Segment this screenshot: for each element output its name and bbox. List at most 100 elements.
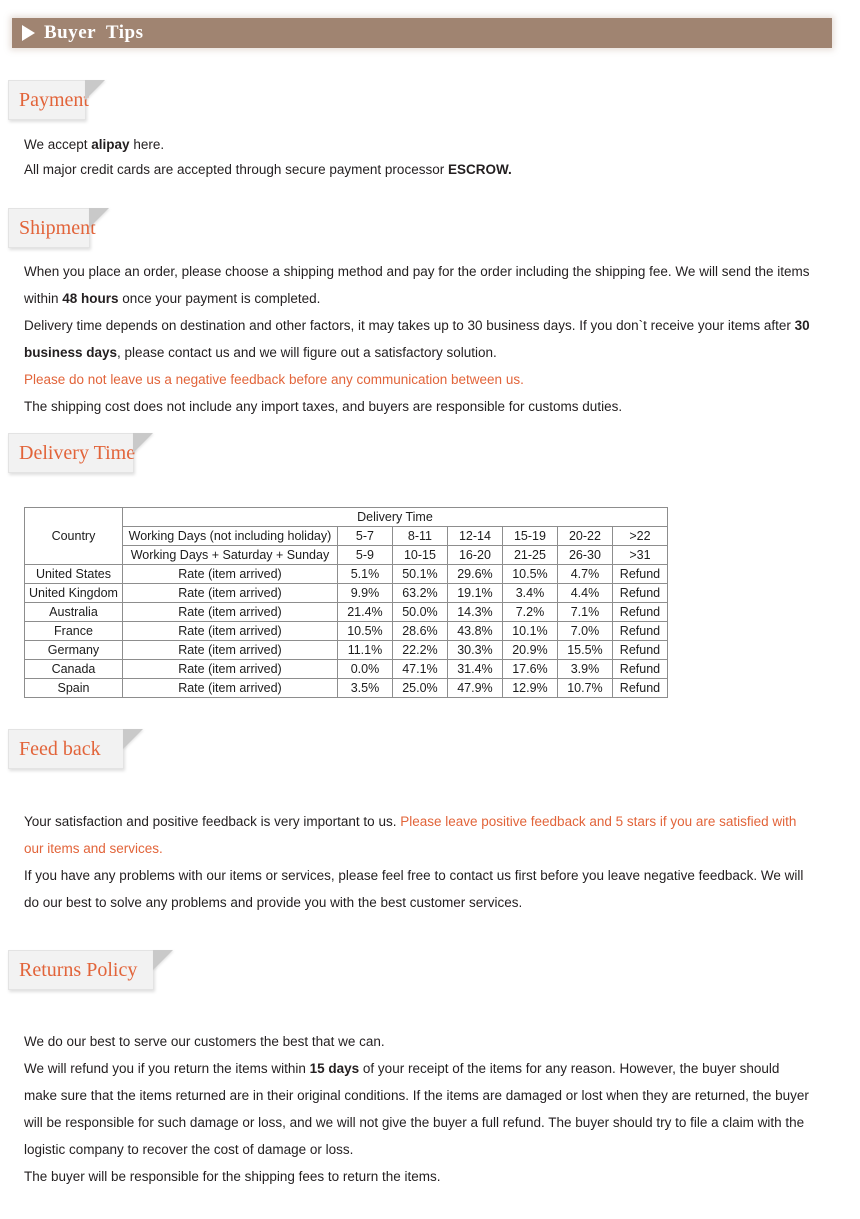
emphasis-text: ESCROW. — [447, 162, 512, 177]
body-text: If you have any problems with our items … — [24, 868, 804, 910]
cell-rate-2: 50.1% — [391, 564, 448, 584]
table-row: France Rate (item arrived) 10.5% 28.6% 43.8%… — [24, 621, 668, 641]
delivery-time-table: Country Delivery Time Working Days (not in… — [24, 507, 668, 698]
section-badge-shipment-label: Shipment — [19, 217, 96, 239]
emphasis-text: 15 days — [309, 1061, 360, 1076]
body-text: We accept — [24, 137, 92, 152]
table-header-row: Country Delivery Time — [24, 507, 668, 565]
paragraph: The shipping cost does not include any i… — [24, 393, 824, 420]
header-working-days: Working Days (not including holiday) — [121, 526, 338, 546]
buyer-tips-banner: Buyer Tips — [12, 18, 832, 48]
cell-rate-label: Rate (item arrived) — [121, 564, 338, 584]
cell-rate-3: 31.4% — [446, 659, 503, 679]
cell-rate-6: Refund — [611, 621, 668, 641]
cell-rate-5: 15.5% — [556, 640, 613, 660]
cell-rate-6: Refund — [611, 583, 668, 603]
cell-country: Germany — [24, 640, 123, 660]
section-badge-returns-policy-label: Returns Policy — [19, 959, 138, 981]
folded-corner-icon — [133, 433, 153, 453]
cell-rate-1: 9.9% — [336, 583, 393, 603]
paragraph: Your satisfaction and positive feedback … — [24, 808, 814, 862]
payment-text: We accept alipay here. All major credit c… — [24, 132, 824, 182]
paragraph: All major credit cards are accepted thro… — [24, 157, 824, 182]
table-row: Germany Rate (item arrived) 11.1% 22.2% 30.3… — [24, 640, 668, 660]
cell-rate-6: Refund — [611, 678, 668, 698]
cell-rate-2: 28.6% — [391, 621, 448, 641]
cell-rate-5: 7.1% — [556, 602, 613, 622]
table-row: Canada Rate (item arrived) 0.0% 47.1% 31.4% 1… — [24, 659, 668, 679]
table-row: Australia Rate (item arrived) 21.4% 50.0% 14… — [24, 602, 668, 622]
cell-rate-4: 10.1% — [501, 621, 558, 641]
cell-rate-label: Rate (item arrived) — [121, 583, 338, 603]
header-with-weekend-range-2: 10-15 — [391, 545, 448, 565]
section-badge-feedback-label: Feed back — [19, 738, 101, 760]
header-working-days-range-3: 12-14 — [446, 526, 503, 546]
header-with-weekend-range-6: >31 — [611, 545, 668, 565]
cell-rate-4: 7.2% — [501, 602, 558, 622]
body-text: We do our best to serve our customers th… — [24, 1034, 385, 1049]
cell-rate-label: Rate (item arrived) — [121, 659, 338, 679]
paragraph: We will refund you if you return the ite… — [24, 1055, 814, 1163]
table-row: United States Rate (item arrived) 5.1% 50.1… — [24, 564, 668, 584]
cell-country: United Kingdom — [24, 583, 123, 603]
header-with-weekend-range-5: 26-30 — [556, 545, 613, 565]
section-badge-shipment: Shipment — [8, 208, 109, 248]
table-row: United Kingdom Rate (item arrived) 9.9% 63.… — [24, 583, 668, 603]
cell-rate-5: 3.9% — [556, 659, 613, 679]
header-with-weekend-range-3: 16-20 — [446, 545, 503, 565]
highlight-text: Please do not leave us a negative feedba… — [24, 372, 524, 387]
cell-rate-1: 5.1% — [336, 564, 393, 584]
cell-rate-1: 3.5% — [336, 678, 393, 698]
cell-rate-4: 17.6% — [501, 659, 558, 679]
cell-rate-6: Refund — [611, 640, 668, 660]
paragraph: The buyer will be responsible for the sh… — [24, 1163, 814, 1190]
section-badge-payment: Payment — [8, 80, 105, 120]
cell-rate-5: 10.7% — [556, 678, 613, 698]
body-text: Your satisfaction and positive feedback … — [24, 814, 401, 829]
cell-rate-3: 47.9% — [446, 678, 503, 698]
cell-rate-label: Rate (item arrived) — [121, 602, 338, 622]
cell-rate-6: Refund — [611, 602, 668, 622]
cell-rate-3: 29.6% — [446, 564, 503, 584]
cell-rate-label: Rate (item arrived) — [121, 621, 338, 641]
header-with-weekend-range-1: 5-9 — [336, 545, 393, 565]
play-triangle-icon — [22, 25, 35, 41]
body-text: Delivery time depends on destination and… — [24, 318, 795, 333]
cell-rate-3: 30.3% — [446, 640, 503, 660]
section-badge-delivery-time-label: Delivery Time — [19, 442, 136, 464]
cell-country: Australia — [24, 602, 123, 622]
body-text: All major credit cards are accepted thro… — [24, 162, 448, 177]
header-working-days-range-2: 8-11 — [391, 526, 448, 546]
cell-rate-3: 19.1% — [446, 583, 503, 603]
emphasis-text: alipay — [91, 137, 130, 152]
cell-country: France — [24, 621, 123, 641]
cell-rate-5: 4.4% — [556, 583, 613, 603]
folded-corner-icon — [123, 729, 143, 749]
body-text: once your payment is completed. — [118, 291, 321, 306]
cell-rate-5: 4.7% — [556, 564, 613, 584]
buyer-tips-page: Buyer Tips Payment We accept alipay here… — [0, 0, 860, 1219]
cell-country: Spain — [24, 678, 123, 698]
cell-rate-label: Rate (item arrived) — [121, 678, 338, 698]
header-working-days-range-6: >22 — [611, 526, 668, 546]
shipment-text: When you place an order, please choose a… — [24, 258, 824, 420]
header-working-days-range-1: 5-7 — [336, 526, 393, 546]
cell-rate-2: 50.0% — [391, 602, 448, 622]
folded-corner-icon — [85, 80, 105, 100]
body-text: The buyer will be responsible for the sh… — [24, 1169, 441, 1184]
cell-rate-1: 10.5% — [336, 621, 393, 641]
paragraph: We accept alipay here. — [24, 132, 824, 157]
cell-rate-5: 7.0% — [556, 621, 613, 641]
folded-corner-icon — [153, 950, 173, 970]
section-badge-feedback: Feed back — [8, 729, 143, 769]
body-text: The shipping cost does not include any i… — [24, 399, 623, 414]
cell-rate-2: 25.0% — [391, 678, 448, 698]
header-with-weekend: Working Days + Saturday + Sunday — [121, 545, 338, 565]
feedback-text: Your satisfaction and positive feedback … — [24, 808, 814, 916]
folded-corner-icon — [89, 208, 109, 228]
cell-rate-2: 63.2% — [391, 583, 448, 603]
cell-rate-6: Refund — [611, 659, 668, 679]
header-working-days-range-4: 15-19 — [501, 526, 558, 546]
delivery-time-table-wrap: Country Delivery Time Working Days (not in… — [24, 507, 668, 698]
cell-country: United States — [24, 564, 123, 584]
